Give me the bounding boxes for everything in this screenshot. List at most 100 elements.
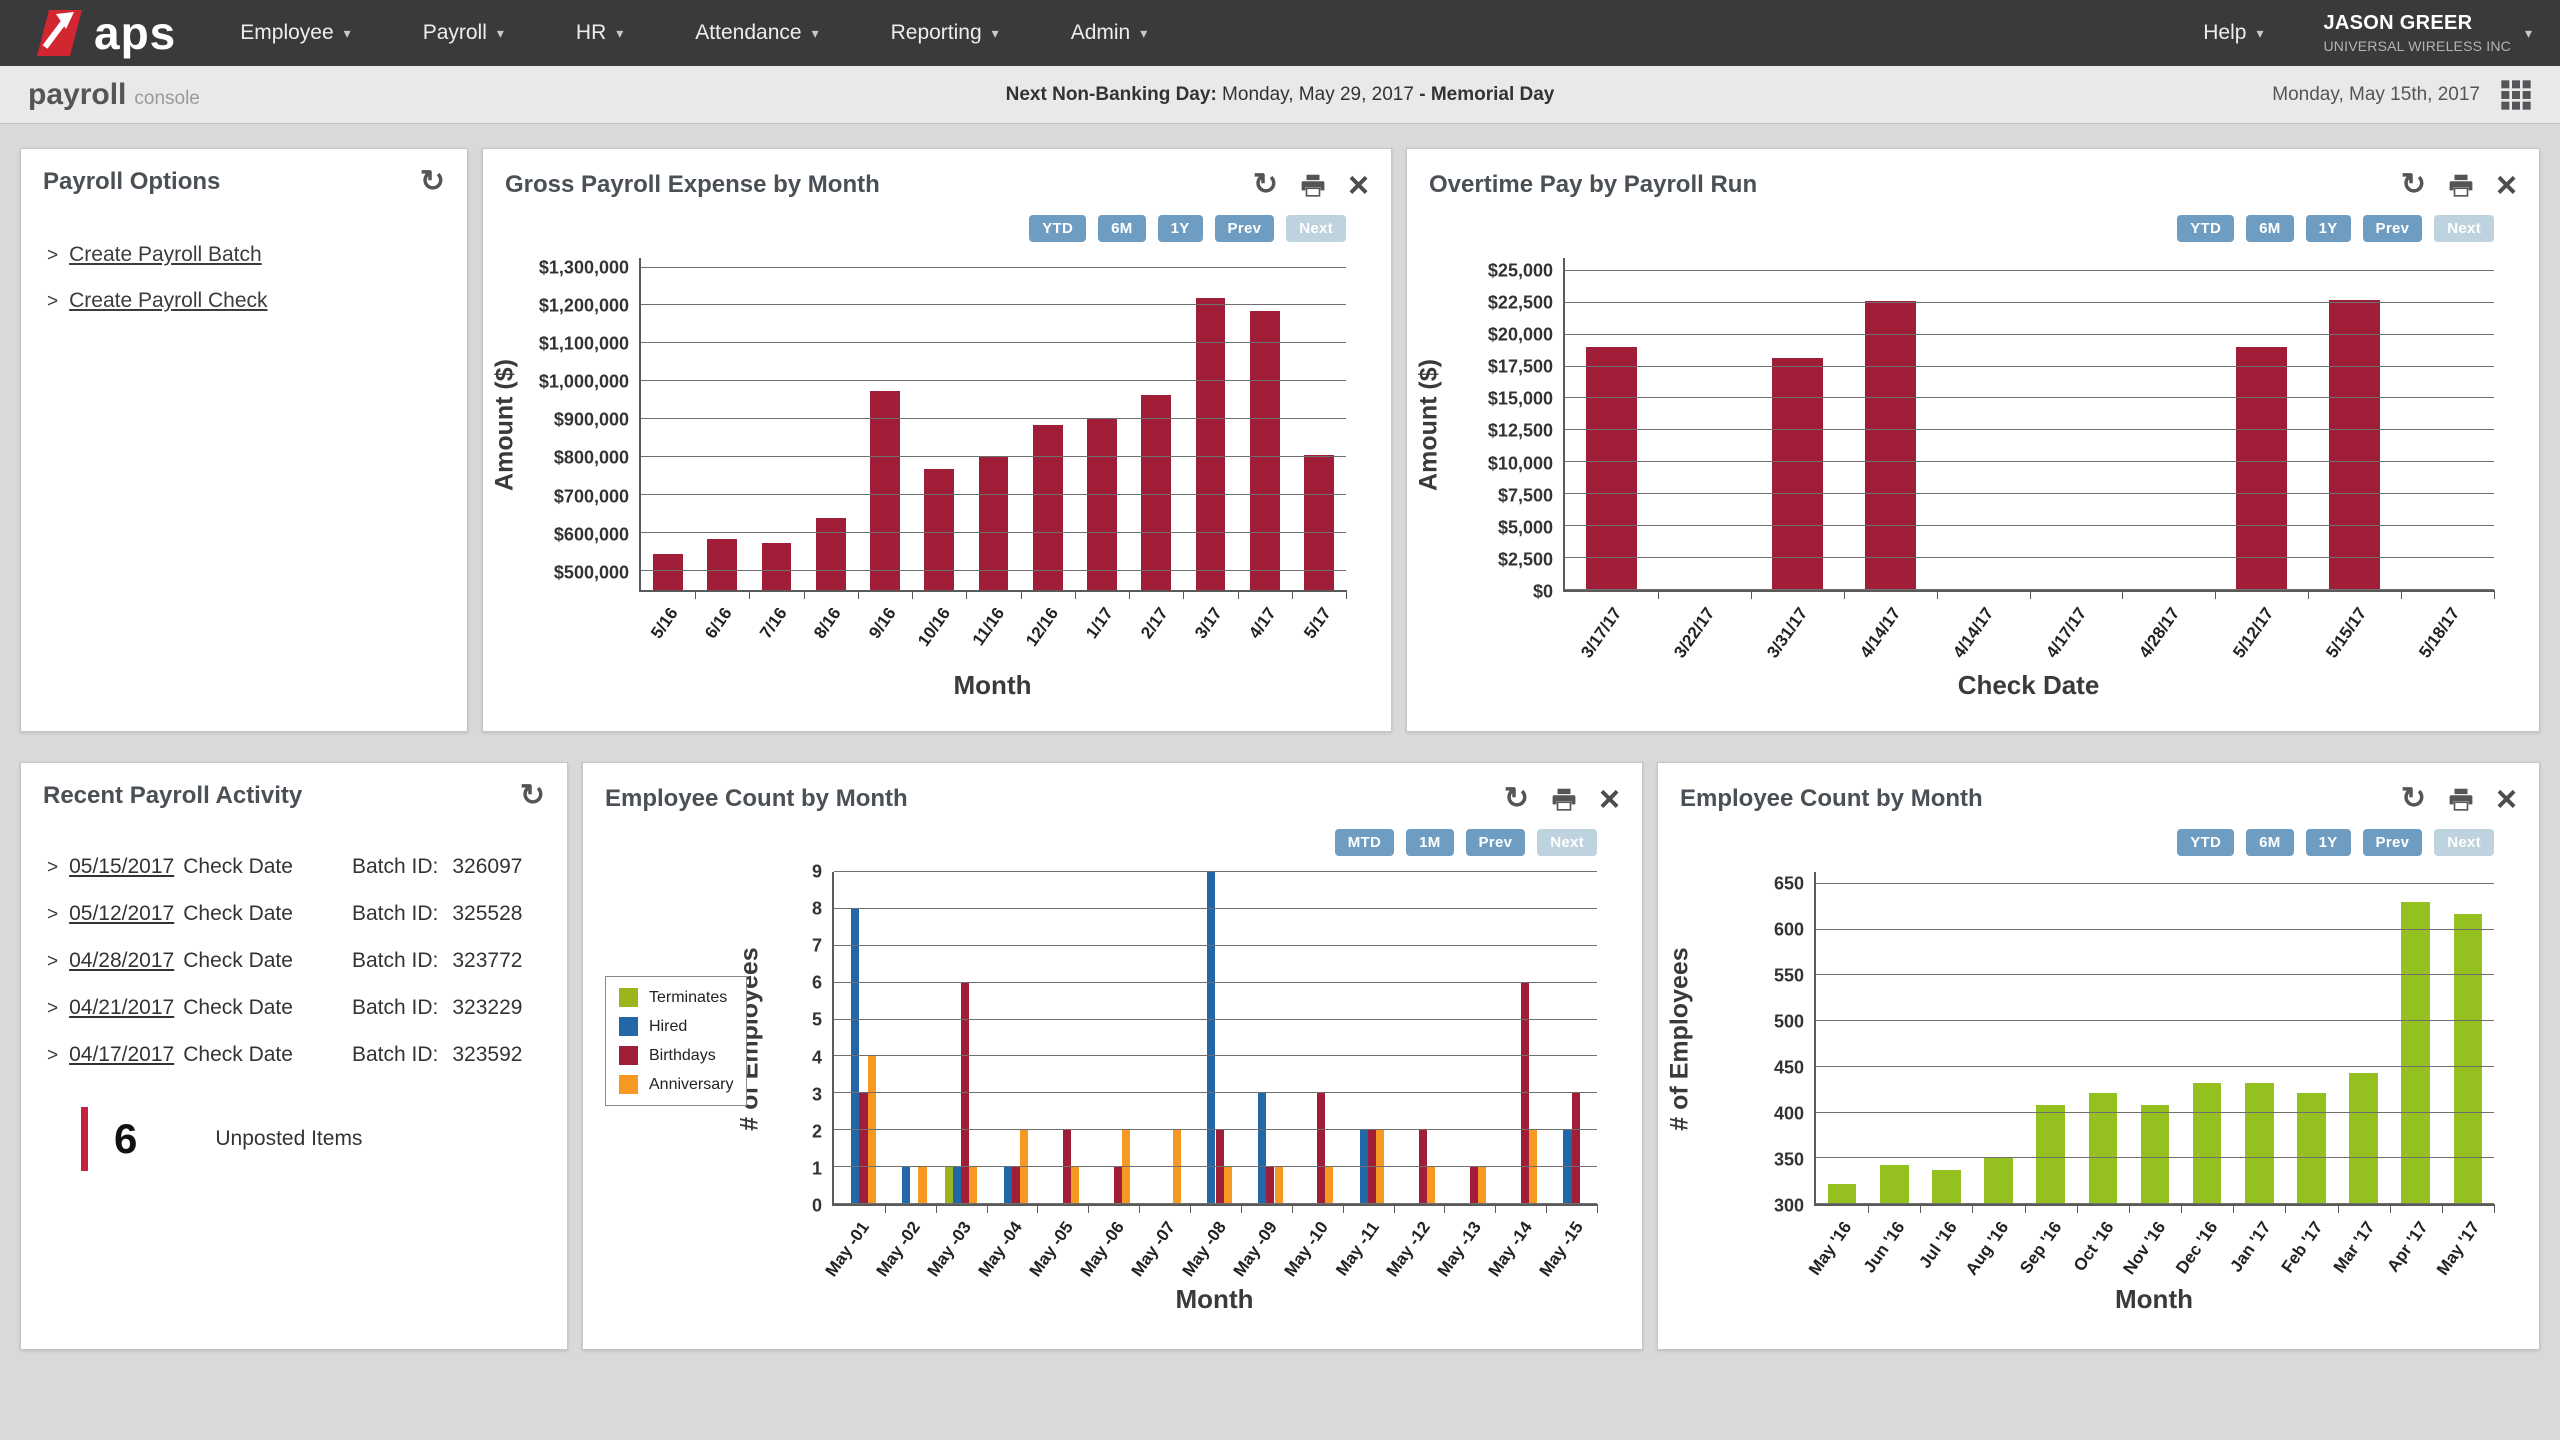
close-icon[interactable]: ×	[2496, 781, 2517, 817]
print-icon[interactable]	[1551, 786, 1577, 812]
range-6m-button[interactable]: 6M	[2246, 215, 2293, 242]
bar-birthdays[interactable]	[1470, 1167, 1478, 1204]
bar[interactable]	[1932, 1170, 1961, 1204]
range-next-button[interactable]: Next	[2434, 215, 2494, 242]
menu-reporting[interactable]: Reporting▾	[891, 21, 999, 45]
range-next-button[interactable]: Next	[2434, 829, 2494, 856]
refresh-icon[interactable]: ↻	[1504, 784, 1529, 814]
close-icon[interactable]: ×	[1348, 167, 1369, 203]
user-menu[interactable]: JASON GREER UNIVERSAL WIRELESS INC ▾	[2323, 12, 2532, 54]
range-1y-button[interactable]: 1Y	[2306, 829, 2351, 856]
bar[interactable]	[1984, 1158, 2013, 1204]
bar-anniversary[interactable]	[1325, 1167, 1333, 1204]
print-icon[interactable]	[2448, 786, 2474, 812]
range-1m-button[interactable]: 1M	[1406, 829, 1453, 856]
bar[interactable]	[653, 554, 683, 590]
activity-date-link[interactable]: 04/21/2017	[69, 996, 174, 1020]
bar-anniversary[interactable]	[1071, 1167, 1079, 1204]
range-prev-button[interactable]: Prev	[1466, 829, 1526, 856]
bar[interactable]	[1772, 358, 1823, 590]
bar[interactable]	[1865, 301, 1916, 590]
bar-birthdays[interactable]	[1114, 1167, 1122, 1204]
bar[interactable]	[762, 543, 792, 590]
bar-anniversary[interactable]	[969, 1167, 977, 1204]
bar[interactable]	[2297, 1093, 2326, 1204]
bar[interactable]	[2193, 1083, 2222, 1204]
bar-birthdays[interactable]	[1266, 1167, 1274, 1204]
range-mtd-button[interactable]: MTD	[1335, 829, 1394, 856]
refresh-icon[interactable]: ↻	[1253, 170, 1278, 200]
apps-grid-icon[interactable]	[2500, 79, 2532, 111]
refresh-icon[interactable]: ↻	[2401, 784, 2426, 814]
range-1y-button[interactable]: 1Y	[2306, 215, 2351, 242]
activity-date-link[interactable]: 04/17/2017	[69, 1043, 174, 1067]
create-payroll-batch-link[interactable]: Create Payroll Batch	[69, 243, 262, 267]
bar[interactable]	[2349, 1073, 2378, 1204]
bar[interactable]	[2141, 1105, 2170, 1204]
menu-admin[interactable]: Admin▾	[1071, 21, 1148, 45]
bar[interactable]	[707, 539, 737, 590]
bar-anniversary[interactable]	[1427, 1167, 1435, 1204]
bar-anniversary[interactable]	[1275, 1167, 1283, 1204]
bar-birthdays[interactable]	[1317, 1093, 1325, 1204]
range-ytd-button[interactable]: YTD	[2177, 829, 2234, 856]
menu-attendance[interactable]: Attendance▾	[695, 21, 818, 45]
bar-hired[interactable]	[953, 1167, 961, 1204]
bar[interactable]	[924, 469, 954, 590]
bar[interactable]	[2454, 914, 2483, 1204]
bar[interactable]	[2236, 347, 2287, 590]
range-ytd-button[interactable]: YTD	[1029, 215, 1086, 242]
bar-hired[interactable]	[1258, 1093, 1266, 1204]
bar[interactable]	[2401, 902, 2430, 1204]
help-menu[interactable]: Help▾	[2203, 21, 2263, 45]
range-1y-button[interactable]: 1Y	[1158, 215, 1203, 242]
activity-date-link[interactable]: 04/28/2017	[69, 949, 174, 973]
bar-anniversary[interactable]	[1224, 1167, 1232, 1204]
bar-hired[interactable]	[1207, 872, 1215, 1204]
bar[interactable]	[1586, 347, 1637, 590]
bar[interactable]	[2089, 1093, 2118, 1204]
range-next-button[interactable]: Next	[1537, 829, 1597, 856]
activity-date-link[interactable]: 05/15/2017	[69, 855, 174, 879]
range-prev-button[interactable]: Prev	[2363, 829, 2423, 856]
range-6m-button[interactable]: 6M	[2246, 829, 2293, 856]
range-ytd-button[interactable]: YTD	[2177, 215, 2234, 242]
refresh-icon[interactable]: ↻	[520, 781, 545, 811]
bar-birthdays[interactable]	[859, 1093, 867, 1204]
bar[interactable]	[1087, 419, 1117, 590]
bar-terminates[interactable]	[945, 1167, 953, 1204]
range-prev-button[interactable]: Prev	[1215, 215, 1275, 242]
aps-logo[interactable]: aps	[28, 10, 176, 56]
bar[interactable]	[816, 518, 846, 590]
print-icon[interactable]	[2448, 172, 2474, 198]
bar[interactable]	[2036, 1105, 2065, 1204]
range-next-button[interactable]: Next	[1286, 215, 1346, 242]
print-icon[interactable]	[1300, 172, 1326, 198]
range-6m-button[interactable]: 6M	[1098, 215, 1145, 242]
bar-hired[interactable]	[1004, 1167, 1012, 1204]
bar[interactable]	[1880, 1165, 1909, 1204]
activity-date-link[interactable]: 05/12/2017	[69, 902, 174, 926]
bar[interactable]	[1828, 1184, 1857, 1204]
menu-hr[interactable]: HR▾	[576, 21, 623, 45]
bar-anniversary[interactable]	[1478, 1167, 1486, 1204]
bar-anniversary[interactable]	[918, 1167, 926, 1204]
range-prev-button[interactable]: Prev	[2363, 215, 2423, 242]
create-payroll-check-link[interactable]: Create Payroll Check	[69, 289, 267, 313]
close-icon[interactable]: ×	[2496, 167, 2517, 203]
bar[interactable]	[870, 391, 900, 590]
main-menu: Employee▾ Payroll▾ HR▾ Attendance▾ Repor…	[240, 21, 1147, 45]
bar[interactable]	[2245, 1083, 2274, 1204]
bar-birthdays[interactable]	[1012, 1167, 1020, 1204]
bar[interactable]	[1033, 425, 1063, 590]
bar[interactable]	[1141, 395, 1171, 590]
bar-hired[interactable]	[902, 1167, 910, 1204]
menu-payroll[interactable]: Payroll▾	[423, 21, 504, 45]
refresh-icon[interactable]: ↻	[2401, 170, 2426, 200]
bar-birthdays[interactable]	[1572, 1093, 1580, 1204]
menu-employee[interactable]: Employee▾	[240, 21, 350, 45]
bar[interactable]	[2329, 300, 2380, 590]
close-icon[interactable]: ×	[1599, 781, 1620, 817]
bar[interactable]	[1250, 311, 1280, 590]
refresh-icon[interactable]: ↻	[420, 167, 445, 197]
